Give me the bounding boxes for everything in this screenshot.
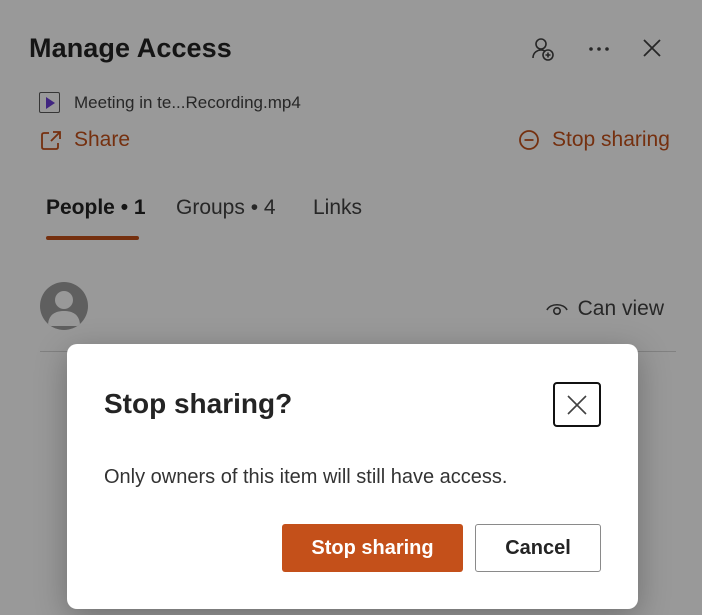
dialog-message: Only owners of this item will still have… xyxy=(104,466,508,488)
close-icon xyxy=(567,394,587,415)
cancel-button[interactable]: Cancel xyxy=(475,524,601,572)
dialog-title: Stop sharing? xyxy=(104,388,293,419)
stop-sharing-dialog: Stop sharing? Only owners of this item w… xyxy=(67,344,638,609)
confirm-stop-sharing-button[interactable]: Stop sharing xyxy=(282,524,463,572)
dialog-close-button[interactable] xyxy=(553,382,601,427)
